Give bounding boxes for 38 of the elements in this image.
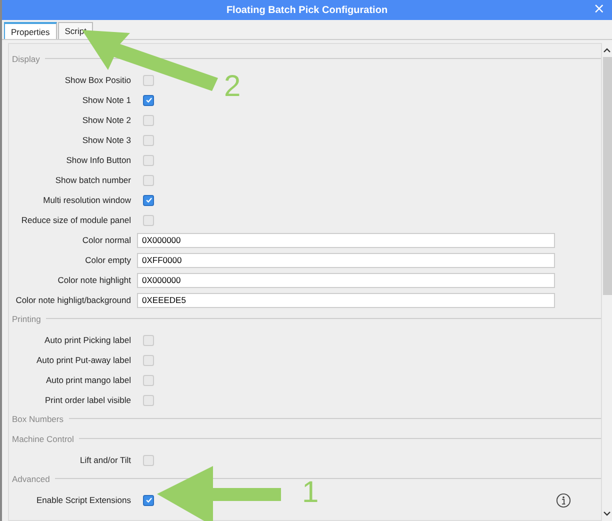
- info-icon[interactable]: [556, 492, 571, 508]
- section-heading: Advanced: [12, 474, 51, 484]
- scroll-up-icon[interactable]: [603, 47, 611, 53]
- option-label: Show Note 2: [81, 115, 132, 125]
- option-label: Auto print mango label: [44, 375, 132, 385]
- section-heading: Box Numbers: [12, 414, 64, 424]
- section-heading: Printing: [12, 314, 42, 324]
- option-label: Color normal: [81, 235, 132, 245]
- option-label: Show Note 1: [81, 95, 132, 105]
- annotation-number: 2: [224, 72, 241, 102]
- text-field[interactable]: 0X000000: [137, 272, 555, 288]
- scroll-down-icon[interactable]: [603, 511, 611, 517]
- window-title: Floating Batch Pick Configuration: [226, 4, 388, 16]
- option-label: Color empty: [84, 255, 132, 265]
- option-label: Auto print Put-away label: [36, 355, 132, 365]
- checkbox[interactable]: [143, 194, 154, 206]
- option-label: Color note highligt/background: [14, 295, 132, 305]
- option-label: Multi resolution window: [42, 195, 132, 205]
- option-label: Print order label visible: [44, 395, 132, 405]
- checkbox[interactable]: [143, 494, 154, 506]
- option-label: Enable Script Extensions: [36, 495, 132, 505]
- option-label: Show Box Positio: [64, 75, 132, 85]
- annotation-number: 1: [302, 478, 319, 508]
- option-label: Reduce size of module panel: [20, 215, 132, 225]
- scrollbar-thumb[interactable]: [602, 57, 612, 295]
- option-label: Show batch number: [54, 175, 132, 185]
- option-label: Show Info Button: [65, 155, 132, 165]
- option-label: Color note highlight: [56, 275, 132, 285]
- option-label: Lift and/or Tilt: [78, 455, 132, 465]
- text-field[interactable]: 0XEEEDE5: [137, 292, 555, 308]
- text-field[interactable]: 0XFF0000: [137, 252, 555, 268]
- section-heading: Display: [12, 54, 41, 64]
- section-heading: Machine Control: [12, 434, 75, 444]
- tab[interactable]: Properties: [4, 22, 57, 39]
- checkbox[interactable]: [143, 94, 154, 106]
- option-label: Auto print Picking label: [44, 335, 132, 345]
- text-field[interactable]: 0X000000: [137, 232, 555, 248]
- option-label: Show Note 3: [81, 135, 132, 145]
